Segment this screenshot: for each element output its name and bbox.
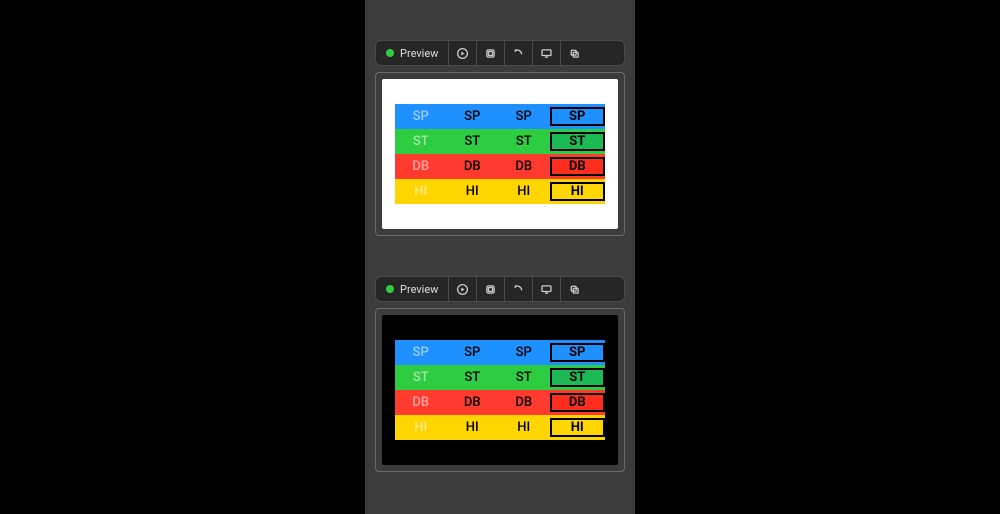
- style-grid: SP SP SP SP ST ST ST ST DB DB DB: [395, 340, 605, 440]
- preview-status-button[interactable]: Preview: [376, 277, 448, 301]
- style-cell: SP: [498, 109, 550, 124]
- style-cell: ST: [447, 370, 499, 385]
- style-cell: HI: [498, 420, 550, 435]
- preview-pane-dark: Preview SP SP: [365, 276, 635, 472]
- style-cell: SP: [447, 109, 499, 124]
- style-cell-boxed: DB: [550, 157, 606, 176]
- live-dot-icon: [386, 49, 394, 57]
- duplicate-button[interactable]: [560, 277, 588, 301]
- style-cell: ST: [447, 134, 499, 149]
- orientation-button[interactable]: [504, 277, 532, 301]
- style-cell: DB: [395, 159, 447, 174]
- device-button[interactable]: [532, 277, 560, 301]
- style-cell-boxed: SP: [550, 343, 606, 362]
- style-cell: HI: [395, 420, 447, 435]
- preview-label: Preview: [400, 283, 438, 296]
- canvas-light: SP SP SP SP ST ST ST ST DB DB DB: [382, 79, 618, 229]
- display-icon: [540, 283, 553, 296]
- live-dot-icon: [386, 285, 394, 293]
- style-cell: HI: [395, 184, 447, 199]
- variants-icon: [484, 47, 497, 60]
- table-row: ST ST ST ST: [395, 365, 605, 390]
- rotate-icon: [512, 47, 525, 60]
- preview-label: Preview: [400, 47, 438, 60]
- table-row: SP SP SP SP: [395, 104, 605, 129]
- style-cell: ST: [395, 370, 447, 385]
- style-cell-boxed: HI: [550, 182, 606, 201]
- play-button[interactable]: [448, 41, 476, 65]
- preview-toolbar: Preview: [375, 276, 625, 302]
- style-cell-boxed: HI: [550, 418, 606, 437]
- display-icon: [540, 47, 553, 60]
- duplicate-button[interactable]: [560, 41, 588, 65]
- device-button[interactable]: [532, 41, 560, 65]
- preview-status-button[interactable]: Preview: [376, 41, 448, 65]
- preview-pane-light: Preview SP SP: [365, 40, 635, 236]
- style-cell-boxed: ST: [550, 368, 606, 387]
- play-icon: [456, 47, 469, 60]
- duplicate-icon: [568, 47, 581, 60]
- table-row: SP SP SP SP: [395, 340, 605, 365]
- orientation-button[interactable]: [504, 41, 532, 65]
- style-cell: SP: [447, 345, 499, 360]
- style-cell: ST: [395, 134, 447, 149]
- preview-toolbar: Preview: [375, 40, 625, 66]
- style-cell: HI: [447, 420, 499, 435]
- variants-button[interactable]: [476, 41, 504, 65]
- variants-icon: [484, 283, 497, 296]
- play-icon: [456, 283, 469, 296]
- table-row: ST ST ST ST: [395, 129, 605, 154]
- style-cell: DB: [447, 159, 499, 174]
- rotate-icon: [512, 283, 525, 296]
- style-cell: SP: [395, 109, 447, 124]
- style-grid: SP SP SP SP ST ST ST ST DB DB DB: [395, 104, 605, 204]
- table-row: DB DB DB DB: [395, 390, 605, 415]
- style-cell-boxed: SP: [550, 107, 606, 126]
- style-cell: SP: [498, 345, 550, 360]
- style-cell: DB: [395, 395, 447, 410]
- variants-button[interactable]: [476, 277, 504, 301]
- style-cell: ST: [498, 134, 550, 149]
- table-row: DB DB DB DB: [395, 154, 605, 179]
- canvas-dark: SP SP SP SP ST ST ST ST DB DB DB: [382, 315, 618, 465]
- style-cell: HI: [498, 184, 550, 199]
- style-cell-boxed: ST: [550, 132, 606, 151]
- style-cell: SP: [395, 345, 447, 360]
- canvas-wrap-dark: SP SP SP SP ST ST ST ST DB DB DB: [375, 308, 625, 472]
- style-cell: DB: [447, 395, 499, 410]
- table-row: HI HI HI HI: [395, 179, 605, 204]
- table-row: HI HI HI HI: [395, 415, 605, 440]
- play-button[interactable]: [448, 277, 476, 301]
- duplicate-icon: [568, 283, 581, 296]
- style-cell: ST: [498, 370, 550, 385]
- style-cell: DB: [498, 159, 550, 174]
- style-cell: HI: [447, 184, 499, 199]
- canvas-wrap-light: SP SP SP SP ST ST ST ST DB DB DB: [375, 72, 625, 236]
- style-cell-boxed: DB: [550, 393, 606, 412]
- style-cell: DB: [498, 395, 550, 410]
